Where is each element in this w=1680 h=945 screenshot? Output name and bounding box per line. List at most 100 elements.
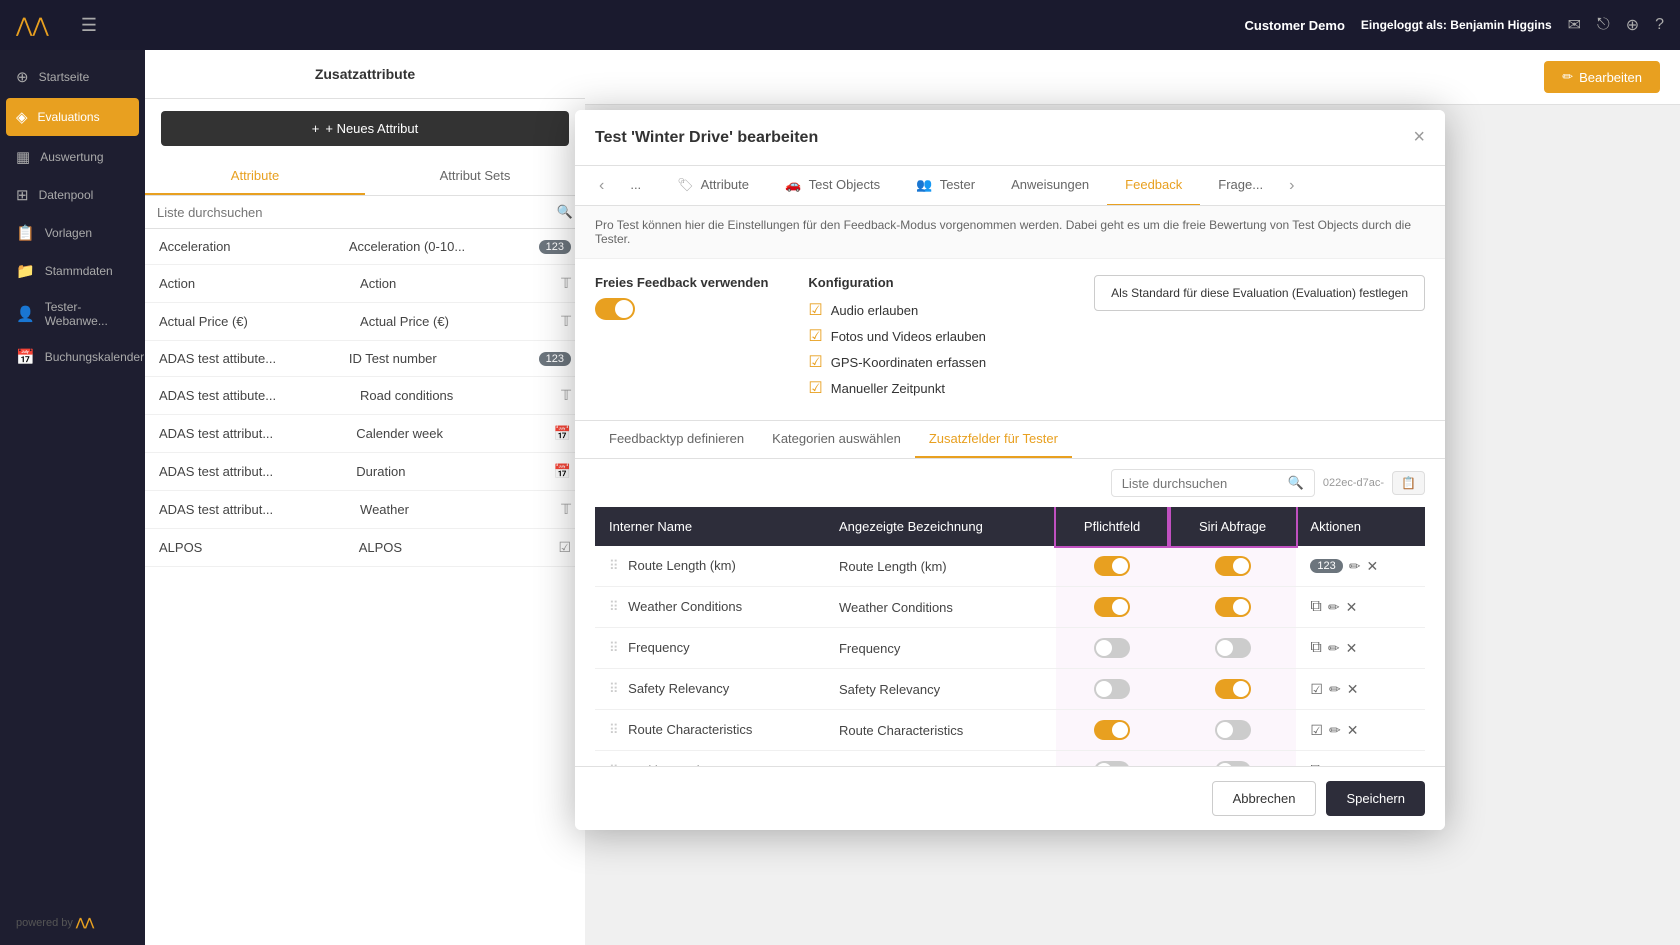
sidebar-item-datenpool[interactable]: ⊞ Datenpool [0,176,145,214]
add-attribute-button[interactable]: + + Neues Attribut [161,111,569,146]
checkbox-icon-5[interactable]: ☑ [1310,722,1323,739]
drag-handle[interactable]: ⠿ [609,681,619,696]
checkbox-icon-4[interactable]: ☑ [1310,681,1323,698]
pflicht-toggle-2[interactable] [1094,597,1130,617]
checkbox-icon: ☑ [558,539,571,556]
drag-handle[interactable]: ⠿ [609,640,619,655]
list-item[interactable]: Action Action 𝕋 [145,265,585,303]
tabs-prev-icon[interactable]: ‹ [591,169,612,203]
table-search-input[interactable] [1122,476,1282,491]
home-icon: ⊕ [16,68,29,86]
tab-attribute[interactable]: Attribute [145,158,365,195]
siri-toggle-5[interactable] [1215,720,1251,740]
siri-toggle-2[interactable] [1215,597,1251,617]
sidebar-item-vorlagen[interactable]: 📋 Vorlagen [0,214,145,252]
monitor-icon-3[interactable]: ⧉ [1310,639,1321,657]
pflicht-toggle-3[interactable] [1094,638,1130,658]
text-icon: 𝕋 [561,313,571,330]
save-button[interactable]: Speichern [1326,781,1425,816]
list-item[interactable]: ADAS test attribut... Calender week 📅 [145,415,585,453]
logo-icon: ⋀⋀ [16,13,49,38]
sidebar-item-buchung[interactable]: 📅 Buchungskalender [0,338,145,376]
cancel-button[interactable]: Abbrechen [1212,781,1317,816]
pflicht-toggle-6[interactable] [1094,761,1130,766]
list-item[interactable]: ADAS test attribut... Weather 𝕋 [145,491,585,529]
edit-row-icon-1[interactable]: ✏ [1349,558,1361,575]
sidebar: ⊕ Startseite ◈ Evaluations ▦ Auswertung … [0,50,145,945]
tab-frage[interactable]: Frage... [1200,166,1281,206]
monitor-icon-6[interactable]: ⧉ [1310,762,1321,766]
tab-tester[interactable]: 👥 Tester [898,166,993,206]
top-nav-right: Customer Demo Eingeloggt als: Benjamin H… [1245,15,1665,35]
attribute-search-input[interactable] [157,205,557,220]
mail-icon[interactable]: ✉ [1568,15,1581,35]
monitor-icon-2[interactable]: ⧉ [1310,598,1321,616]
edit-button[interactable]: ✏ Bearbeiten [1544,61,1660,93]
edit-row-icon-3[interactable]: ✏ [1328,640,1340,657]
sub-tab-kategorien[interactable]: Kategorien auswählen [758,421,915,458]
list-item[interactable]: ADAS test attibute... Road conditions 𝕋 [145,377,585,415]
sidebar-item-startseite[interactable]: ⊕ Startseite [0,58,145,96]
sub-tab-feedbacktyp[interactable]: Feedbacktyp definieren [595,421,758,458]
user-info: Eingeloggt als: Benjamin Higgins [1361,18,1552,32]
list-item[interactable]: ADAS test attribut... Duration 📅 [145,453,585,491]
drag-handle[interactable]: ⠿ [609,763,619,766]
attribute-tabs: Attribute Attribut Sets [145,158,585,196]
datenpool-icon: ⊞ [16,186,29,204]
sidebar-item-auswertung[interactable]: ▦ Auswertung [0,138,145,176]
edit-row-icon-6[interactable]: ✏ [1328,763,1340,766]
list-item[interactable]: ALPOS ALPOS ☑ [145,529,585,567]
list-item[interactable]: Actual Price (€) Actual Price (€) 𝕋 [145,303,585,341]
sidebar-label-buchung: Buchungskalender [45,350,144,364]
standard-button[interactable]: Als Standard für diese Evaluation (Evalu… [1094,275,1425,311]
sidebar-label-tester: Tester-Webanwe... [45,300,129,328]
sidebar-item-tester[interactable]: 👤 Tester-Webanwe... [0,290,145,338]
sidebar-label-stammdaten: Stammdaten [45,264,113,278]
row-actions-3: ⧉ ✏ ✕ [1310,639,1411,657]
siri-toggle-3[interactable] [1215,638,1251,658]
drag-handle[interactable]: ⠿ [609,558,619,573]
pflicht-toggle-1[interactable] [1094,556,1130,576]
sidebar-label-auswertung: Auswertung [40,150,103,164]
edit-row-icon-4[interactable]: ✏ [1329,681,1341,698]
copy-button[interactable]: 📋 [1392,471,1425,495]
siri-toggle-4[interactable] [1215,679,1251,699]
sub-tab-zusatzfelder[interactable]: Zusatzfelder für Tester [915,421,1072,458]
logout-icon[interactable]: ⎋ [1597,16,1610,34]
tab-attribute[interactable]: 🏷 Attribute [659,166,767,206]
modal-title: Test 'Winter Drive' bearbeiten [595,129,818,147]
tab-info[interactable]: ... [612,166,659,206]
delete-row-icon-1[interactable]: ✕ [1367,558,1379,575]
pflicht-toggle-5[interactable] [1094,720,1130,740]
list-item[interactable]: Acceleration Acceleration (0-10... 123 [145,229,585,265]
drag-handle[interactable]: ⠿ [609,722,619,737]
edit-row-icon-2[interactable]: ✏ [1328,599,1340,616]
tab-feedback[interactable]: Feedback [1107,166,1200,206]
siri-toggle-1[interactable] [1215,556,1251,576]
badge-1: 123 [1310,559,1342,573]
edit-row-icon-5[interactable]: ✏ [1329,722,1341,739]
tab-test-objects[interactable]: 🚗 Test Objects [767,166,898,206]
tester-tab-icon: 👥 [916,177,932,192]
sidebar-item-stammdaten[interactable]: 📁 Stammdaten [0,252,145,290]
sidebar-item-evaluations[interactable]: ◈ Evaluations [6,98,139,136]
tab-anweisungen[interactable]: Anweisungen [993,166,1107,206]
freies-feedback-toggle[interactable] [595,298,635,320]
siri-toggle-6[interactable] [1215,761,1251,766]
help-icon[interactable]: ? [1655,16,1664,34]
globe-icon[interactable]: ⊕ [1626,15,1639,35]
tab-attribut-sets[interactable]: Attribut Sets [365,158,585,195]
delete-row-icon-4[interactable]: ✕ [1347,681,1359,698]
modal-close-button[interactable]: × [1413,126,1425,149]
pflicht-toggle-4[interactable] [1094,679,1130,699]
drag-handle[interactable]: ⠿ [609,599,619,614]
panel-title: Zusatzattribute [145,50,585,99]
collapse-icon[interactable]: ☰ [81,15,97,36]
delete-row-icon-5[interactable]: ✕ [1347,722,1359,739]
list-item[interactable]: ADAS test attibute... ID Test number 123 [145,341,585,377]
delete-row-icon-3[interactable]: ✕ [1346,640,1358,657]
delete-row-icon-2[interactable]: ✕ [1346,599,1358,616]
tabs-next-icon[interactable]: › [1281,169,1302,203]
feedback-info-text: Pro Test können hier die Einstellungen f… [575,206,1445,259]
auswertung-icon: ▦ [16,148,30,166]
